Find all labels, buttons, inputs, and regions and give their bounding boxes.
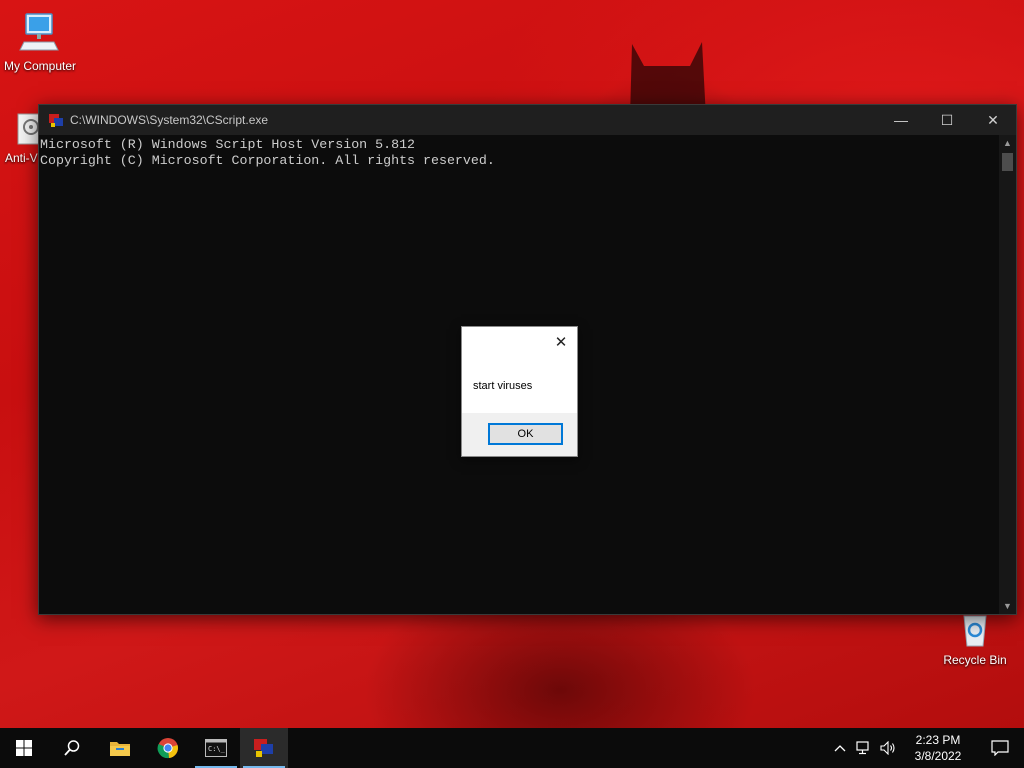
message-dialog[interactable]: ✕ start viruses OK [461, 326, 578, 457]
console-title: C:\WINDOWS\System32\CScript.exe [70, 113, 269, 127]
network-icon[interactable] [852, 728, 876, 768]
console-line: Microsoft (R) Windows Script Host Versio… [40, 137, 416, 152]
taskbar-command-prompt[interactable]: C:\_ [192, 728, 240, 768]
taskbar-chrome[interactable] [144, 728, 192, 768]
cmd-icon: C:\_ [205, 739, 227, 757]
console-titlebar[interactable]: C:\WINDOWS\System32\CScript.exe — ☐ ✕ [39, 105, 1016, 135]
recycle-bin-icon [963, 615, 987, 647]
folder-icon [110, 742, 130, 756]
ok-button[interactable]: OK [488, 423, 563, 445]
chrome-icon [157, 738, 178, 759]
taskbar-cscript[interactable] [240, 728, 288, 768]
dialog-close-button[interactable]: ✕ [551, 333, 571, 353]
system-tray: 2:23 PM 3/8/2022 [828, 728, 1024, 768]
scrollbar-thumb[interactable] [1002, 153, 1013, 171]
dialog-message: start viruses [473, 380, 533, 392]
console-line: Copyright (C) Microsoft Corporation. All… [40, 153, 495, 168]
windows-start-icon [16, 740, 32, 756]
clock-time: 2:23 PM [915, 733, 961, 747]
search-button[interactable] [48, 728, 96, 768]
script-host-icon [254, 739, 273, 757]
dialog-footer: OK [462, 413, 577, 456]
desktop-icon-recycle-bin[interactable]: Recycle Bin [935, 612, 1015, 667]
anti-virus-icon [17, 113, 40, 145]
desktop-icon-label: Anti-V [5, 151, 38, 165]
script-host-icon [49, 114, 63, 127]
search-icon [64, 740, 80, 756]
desktop-icon-my-computer[interactable]: My Computer [0, 10, 80, 73]
taskbar-clock[interactable]: 2:23 PM 3/8/2022 [900, 732, 976, 764]
maximize-button[interactable]: ☐ [924, 105, 970, 135]
start-button[interactable] [0, 728, 48, 768]
minimize-button[interactable]: — [878, 105, 924, 135]
action-center-button[interactable] [976, 728, 1024, 768]
computer-icon [19, 13, 59, 51]
scroll-down-arrow-icon[interactable]: ▼ [999, 598, 1016, 614]
notification-icon [991, 740, 1009, 756]
console-scrollbar[interactable]: ▲ ▼ [999, 135, 1016, 614]
close-button[interactable]: ✕ [970, 105, 1016, 135]
desktop-icon-label: My Computer [3, 59, 77, 73]
desktop-icon-anti-virus[interactable]: Anti-V [0, 112, 40, 165]
taskbar: C:\_ 2:23 PM 3/8/2022 [0, 728, 1024, 768]
clock-date: 3/8/2022 [914, 749, 962, 763]
scroll-up-arrow-icon[interactable]: ▲ [999, 135, 1016, 151]
chevron-up-icon[interactable] [828, 728, 852, 768]
svg-text:C:\_: C:\_ [208, 745, 226, 753]
taskbar-file-explorer[interactable] [96, 728, 144, 768]
volume-icon[interactable] [876, 728, 900, 768]
desktop-icon-label: Recycle Bin [943, 653, 1007, 667]
